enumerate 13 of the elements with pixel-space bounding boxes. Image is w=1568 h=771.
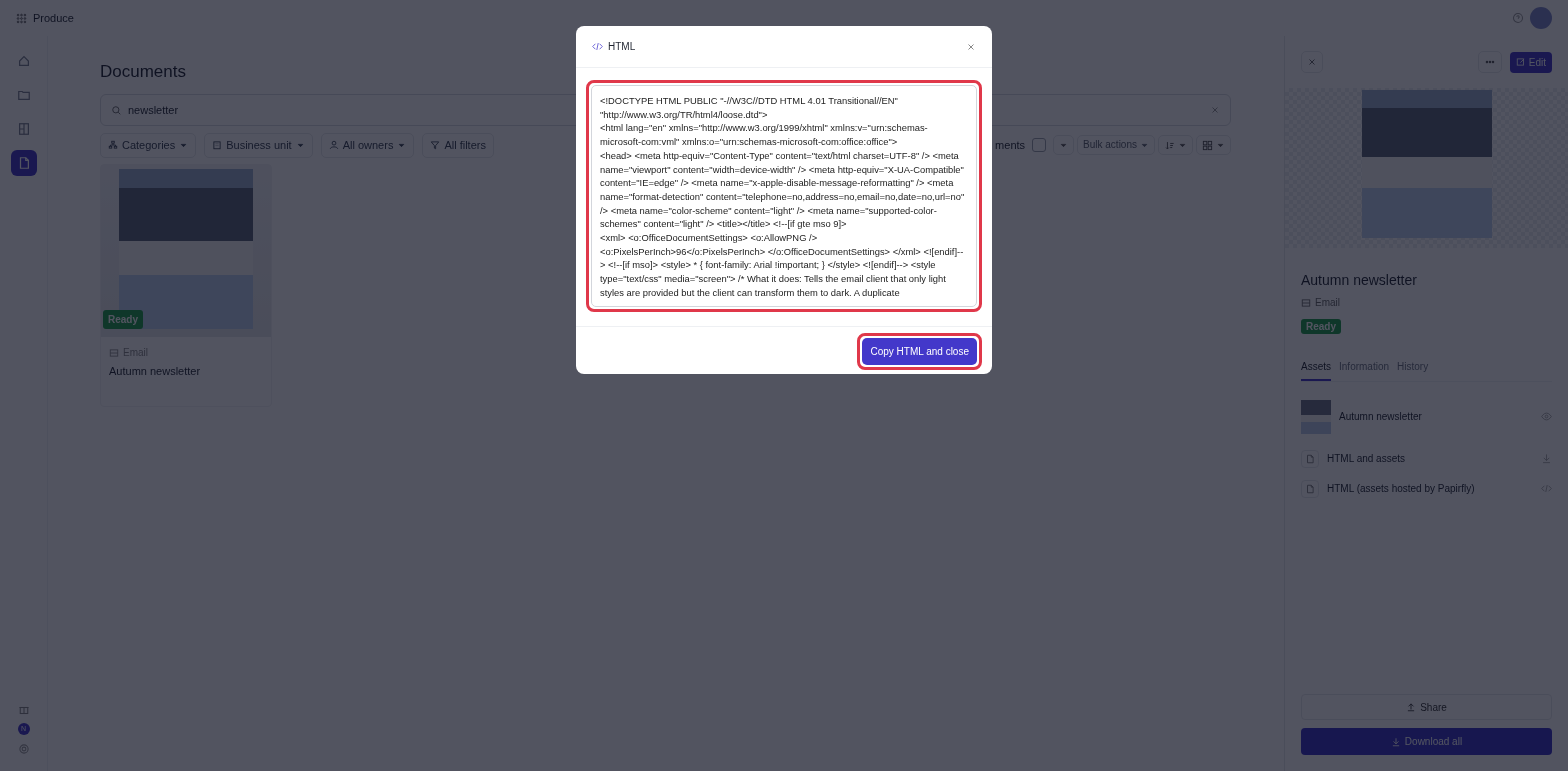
page-title: Documents [100,62,187,83]
code-text-area[interactable]: <!DOCTYPE HTML PUBLIC "-//W3C//DTD HTML 4.01 Transitional//EN" "http://www.w3.org/TR/html4/loose.dtd"> <html lang="en" xmlns="http://www.w3.org/1999/xhtml" xmlns:v="urn:schemas-microsoft-com:vml" xmlns:o="urn:schemas-microsoft-com:office:office"> <head> <meta http-equiv="Content-Type" content="text/html charset=UTF-8" /> <meta name="viewport" content="width=device-width" /> <meta http-equiv="X-UA-Compatible" content="IE=edge" /> <meta name="x-apple-disable-message-reformatting" /> <meta name="format-detection" content="telephone=no,address=no,email=no,date=no,url=no" /> <meta name="color-scheme" content="light" /> <meta name="supported-color-schemes" content="light" /> <title></title> <!--[if gte mso 9]> <xml> <o:OfficeDocumentSettings> <o:AllowPNG /> <o:PixelsPerInch>96</o:PixelsPerInch> </o:OfficeDocumentSettings> </xml> <![endif]--> <!--[if mso]> <style> * { font-family: Arial !important; } </style> <![endif]--> <style type="text/css" media="screen"> /* What it does: Tells the email client that only light styles are provided but the client can transform them to dark. A duplicate [591,85,977,307]
copy-html-button[interactable]: Copy HTML and close [862,337,977,365]
document-name: Autumn newsletter [109,364,202,380]
dialog-title: HTML [608,40,636,54]
code-icon [592,41,603,52]
app-name: Produce [33,10,74,26]
close-icon [966,41,976,52]
asset-name: HTML and assets [1327,452,1406,466]
selection-label: ments [995,138,1026,154]
details-title: Autumn newsletter [1301,271,1418,290]
asset-name: HTML (assets hosted by Papirfly) [1327,482,1476,496]
asset-name: Autumn newsletter [1339,410,1423,424]
